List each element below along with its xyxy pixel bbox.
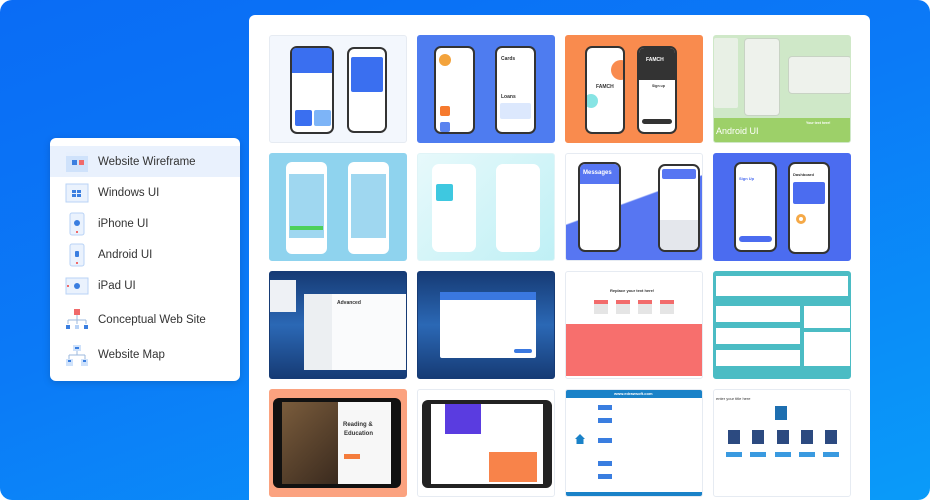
menu-item-label: Android UI [98, 248, 153, 261]
template-card-conceptual-website[interactable]: www.edrawsoft.com [565, 389, 703, 497]
replace-text: Replace your text here! [610, 288, 655, 293]
menu-item-website-map[interactable]: Website Map [50, 339, 240, 370]
cards-text: Cards [501, 56, 516, 62]
category-menu: Website Wireframe Windows UI iPhone UI A… [50, 138, 240, 381]
famch-logo: FAMCH [596, 84, 614, 90]
template-card-shop-app[interactable] [417, 153, 555, 261]
ipad-ui-icon [64, 273, 90, 299]
template-card-video-site[interactable] [713, 271, 851, 379]
conceptual-web-site-icon [64, 307, 90, 333]
menu-item-iphone-ui[interactable]: iPhone UI [50, 208, 240, 239]
your-text-here: Your text here! [806, 121, 831, 125]
menu-item-label: Website Map [98, 348, 165, 361]
template-grid: Cards Loans FAMCH FAMCH Sign up Android UI… [269, 35, 851, 497]
template-card-famch[interactable]: FAMCH FAMCH Sign up [565, 35, 703, 143]
template-card-windows-advanced[interactable]: Advanced [269, 271, 407, 379]
menu-item-label: Website Wireframe [98, 155, 196, 168]
android-ui-title: Android UI [716, 126, 759, 136]
loans-text: Loans [501, 94, 516, 100]
android-ui-icon [64, 242, 90, 268]
template-card-signup-dashboard[interactable]: Sign Up Dashboard [713, 153, 851, 261]
template-gallery-panel: Cards Loans FAMCH FAMCH Sign up Android UI… [249, 15, 870, 500]
menu-item-windows-ui[interactable]: Windows UI [50, 177, 240, 208]
reading-title: Reading & [343, 422, 373, 428]
advanced-title: Advanced [337, 300, 361, 306]
menu-item-conceptual-web-site[interactable]: Conceptual Web Site [50, 301, 240, 339]
menu-item-label: Conceptual Web Site [98, 314, 206, 326]
template-card-reading-education[interactable]: Reading & Education [269, 389, 407, 497]
website-url: www.edrawsoft.com [614, 391, 653, 396]
template-card-finance-app[interactable] [269, 35, 407, 143]
template-card-messages[interactable]: Messages [565, 153, 703, 261]
template-card-iphone-dialer[interactable] [269, 153, 407, 261]
template-card-landing-page[interactable]: Replace your text here! [565, 271, 703, 379]
template-card-android-ui[interactable]: Android UI Your text here! [713, 35, 851, 143]
messages-title: Messages [583, 170, 612, 176]
menu-item-android-ui[interactable]: Android UI [50, 239, 240, 270]
website-wireframe-icon [64, 149, 90, 175]
windows-ui-icon [64, 180, 90, 206]
famch-logo-header: FAMCH [646, 57, 664, 63]
template-card-cards-loans[interactable]: Cards Loans [417, 35, 555, 143]
menu-item-label: iPad UI [98, 279, 136, 292]
template-card-windows-dialog[interactable] [417, 271, 555, 379]
iphone-ui-icon [64, 211, 90, 237]
template-card-website-map[interactable]: enter your title here [713, 389, 851, 497]
education-title: Education [344, 431, 374, 437]
menu-item-website-wireframe[interactable]: Website Wireframe [50, 146, 240, 177]
template-card-ipad-dashboard[interactable] [417, 389, 555, 497]
menu-item-label: Windows UI [98, 186, 160, 199]
dashboard-title: Dashboard [793, 172, 814, 177]
sign-up-title: Sign Up [739, 176, 755, 181]
website-map-icon [64, 342, 90, 368]
menu-item-ipad-ui[interactable]: iPad UI [50, 270, 240, 301]
website-map-title: enter your title here [716, 396, 751, 401]
sign-up-text: Sign up [652, 84, 665, 88]
menu-item-label: iPhone UI [98, 217, 149, 230]
